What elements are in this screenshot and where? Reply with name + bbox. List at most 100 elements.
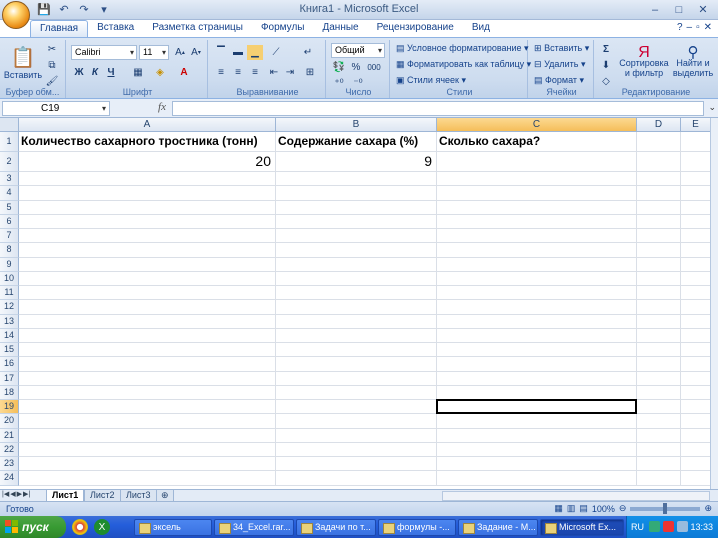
fill-color-icon[interactable]: ◈ <box>152 65 168 80</box>
first-sheet-icon[interactable]: |◀ <box>2 490 9 498</box>
cell-E9[interactable] <box>681 258 710 272</box>
cell-B2[interactable]: 9 <box>276 152 437 172</box>
next-sheet-icon[interactable]: ▶ <box>17 490 22 498</box>
last-sheet-icon[interactable]: ▶| <box>23 490 30 498</box>
cell-B17[interactable] <box>276 371 437 386</box>
cell-B23[interactable] <box>276 457 437 472</box>
underline-button[interactable]: Ч <box>103 65 119 80</box>
cell-C20[interactable] <box>437 414 637 429</box>
ribbon-minimize-icon[interactable]: – <box>687 22 693 33</box>
conditional-formatting-button[interactable]: ▤ Условное форматирование ▾ <box>396 43 529 54</box>
cell-C9[interactable] <box>437 257 637 272</box>
cell-B9[interactable] <box>276 257 437 272</box>
insert-cells-button[interactable]: ⊞ Вставить ▾ <box>534 43 589 54</box>
cell-A9[interactable] <box>19 257 276 272</box>
excel-quick-icon[interactable]: X <box>94 519 110 535</box>
cell-A21[interactable] <box>19 428 276 443</box>
cell-E22[interactable] <box>681 443 710 457</box>
task-assignment-doc[interactable]: Задание - М... <box>458 519 538 536</box>
row-header-18[interactable]: 18 <box>0 385 19 400</box>
cell-B13[interactable] <box>276 314 437 329</box>
cell-E16[interactable] <box>681 357 710 372</box>
help-icon[interactable]: ? <box>677 22 683 33</box>
align-middle-icon[interactable]: ▬ <box>230 45 246 60</box>
column-header-A[interactable]: A <box>19 118 276 132</box>
cell-E8[interactable] <box>681 243 710 258</box>
cell-E13[interactable] <box>681 315 710 329</box>
tab-view[interactable]: Вид <box>463 20 499 38</box>
cell-E10[interactable] <box>681 272 710 286</box>
cell-A22[interactable] <box>19 442 276 457</box>
cell-D23[interactable] <box>637 457 681 472</box>
cell-C1[interactable]: Сколько сахара? <box>437 132 637 152</box>
cell-C6[interactable] <box>437 214 637 229</box>
grow-font-icon[interactable]: A ▴ <box>172 45 188 60</box>
cell-D6[interactable] <box>637 214 681 229</box>
percent-button[interactable]: % <box>348 60 364 75</box>
paste-button[interactable]: 📋 Вставить <box>4 42 42 82</box>
tab-page-layout[interactable]: Разметка страницы <box>143 20 252 38</box>
row-header-4[interactable]: 4 <box>0 186 19 201</box>
start-button[interactable]: пуск <box>0 516 66 538</box>
row-header-13[interactable]: 13 <box>0 314 19 329</box>
currency-icon[interactable]: 💱 <box>331 60 347 75</box>
cell-A19[interactable] <box>19 400 276 415</box>
task-tasks-doc[interactable]: Задачи по т... <box>296 519 376 536</box>
cell-A16[interactable] <box>19 357 276 372</box>
cell-C14[interactable] <box>437 328 637 343</box>
task-excel-folder[interactable]: эксель <box>134 519 212 536</box>
cell-A23[interactable] <box>19 457 276 472</box>
expand-formula-icon[interactable]: ⌄ <box>708 102 716 113</box>
font-size-dropdown[interactable]: 11 <box>139 45 169 60</box>
close-icon[interactable]: ✕ <box>692 2 714 17</box>
row-header-19[interactable]: 19 <box>0 400 19 415</box>
cell-D5[interactable] <box>637 200 681 215</box>
row-header-5[interactable]: 5 <box>0 200 19 215</box>
copy-icon[interactable]: ⧉ <box>44 58 60 73</box>
cell-A12[interactable] <box>19 300 276 315</box>
cell-C16[interactable] <box>437 357 637 372</box>
format-cells-button[interactable]: ▤ Формат ▾ <box>534 75 584 86</box>
cell-D21[interactable] <box>637 428 681 443</box>
cell-D14[interactable] <box>637 328 681 343</box>
cell-A5[interactable] <box>19 200 276 215</box>
cell-A17[interactable] <box>19 371 276 386</box>
minimize-icon[interactable]: – <box>644 2 666 17</box>
page-break-view-icon[interactable]: ▤ <box>579 503 588 514</box>
number-format-dropdown[interactable]: Общий <box>331 43 385 58</box>
cell-D15[interactable] <box>637 343 681 358</box>
column-header-C[interactable]: C <box>437 118 637 132</box>
ribbon-restore-icon[interactable]: ▫ <box>696 22 700 33</box>
row-header-11[interactable]: 11 <box>0 286 19 301</box>
cell-D16[interactable] <box>637 357 681 372</box>
cell-E14[interactable] <box>681 329 710 343</box>
orientation-icon[interactable]: ⟋ <box>268 45 284 60</box>
cell-C18[interactable] <box>437 385 637 400</box>
cell-B4[interactable] <box>276 186 437 201</box>
cell-D19[interactable] <box>637 400 681 415</box>
cell-A24[interactable] <box>19 471 276 486</box>
italic-button[interactable]: К <box>87 65 103 80</box>
cell-E11[interactable] <box>681 286 710 301</box>
cell-D22[interactable] <box>637 442 681 457</box>
row-header-21[interactable]: 21 <box>0 428 19 443</box>
row-header-8[interactable]: 8 <box>0 243 19 258</box>
cell-E12[interactable] <box>681 300 710 315</box>
borders-icon[interactable]: ▦ <box>130 65 146 80</box>
font-name-dropdown[interactable]: Calibri <box>71 45 137 60</box>
cell-B15[interactable] <box>276 343 437 358</box>
cell-A4[interactable] <box>19 186 276 201</box>
align-bottom-icon[interactable]: ▁ <box>247 45 263 60</box>
row-header-1[interactable]: 1 <box>0 132 19 152</box>
task-archive[interactable]: 34_Excel.rar... <box>214 519 294 536</box>
fill-icon[interactable]: ⬇ <box>598 58 614 73</box>
cell-B10[interactable] <box>276 271 437 286</box>
page-layout-view-icon[interactable]: ▥ <box>567 503 576 514</box>
align-center-icon[interactable]: ≡ <box>230 65 246 80</box>
cell-B19[interactable] <box>276 400 437 415</box>
cell-D1[interactable] <box>637 132 681 152</box>
row-header-23[interactable]: 23 <box>0 457 19 472</box>
cell-E15[interactable] <box>681 343 710 358</box>
cell-E1[interactable] <box>681 132 710 152</box>
cell-B24[interactable] <box>276 471 437 486</box>
